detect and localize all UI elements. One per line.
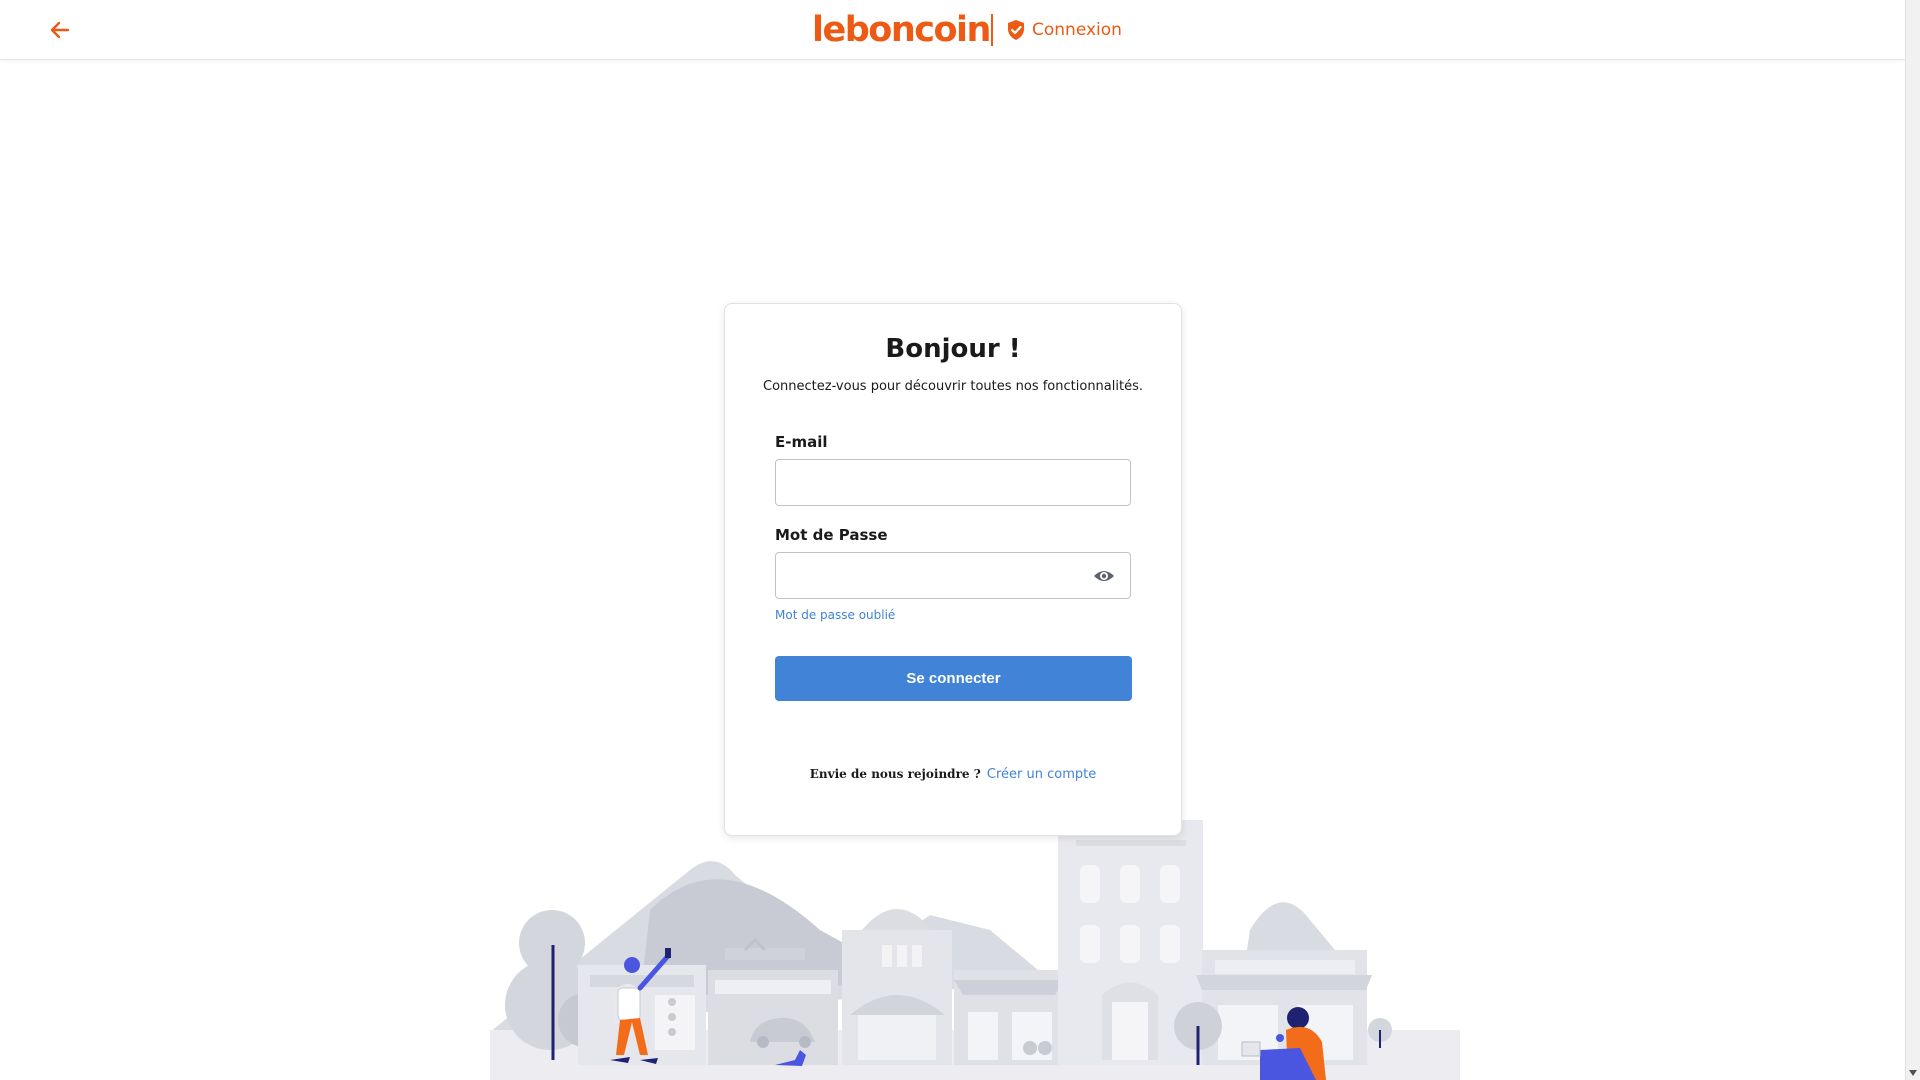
password-field[interactable] [775, 552, 1131, 599]
leboncoin-logo[interactable]: leboncoin [812, 6, 991, 54]
arrow-left-icon [50, 21, 70, 39]
email-label: E-mail [775, 433, 828, 451]
create-account-link[interactable]: Créer un compte [987, 767, 1096, 782]
page-title: Bonjour ! [885, 334, 1021, 364]
password-label: Mot de Passe [775, 526, 888, 544]
forgot-password-link[interactable]: Mot de passe oublié [775, 608, 895, 622]
signup-prompt: Envie de nous rejoindre ? Créer un compt… [725, 767, 1181, 782]
secure-login-indicator: Connexion [1006, 14, 1122, 46]
signup-prompt-text: Envie de nous rejoindre ? [809, 767, 981, 781]
login-button[interactable]: Se connecter [775, 656, 1132, 701]
back-button[interactable] [44, 14, 76, 46]
top-header: leboncoin Connexion [0, 0, 1905, 60]
email-field[interactable] [775, 459, 1131, 506]
scroll-down-arrow-icon[interactable] [1909, 1070, 1917, 1076]
login-card: Bonjour ! Connectez-vous pour découvrir … [724, 303, 1182, 836]
shield-check-icon [1008, 20, 1024, 40]
header-divider [991, 14, 993, 46]
page-scrollbar[interactable] [1905, 0, 1920, 1080]
toggle-password-visibility-button[interactable] [1089, 561, 1119, 591]
page-subtitle: Connectez-vous pour découvrir toutes nos… [763, 379, 1143, 394]
eye-icon [1094, 571, 1114, 581]
header-secure-label: Connexion [1032, 20, 1122, 40]
